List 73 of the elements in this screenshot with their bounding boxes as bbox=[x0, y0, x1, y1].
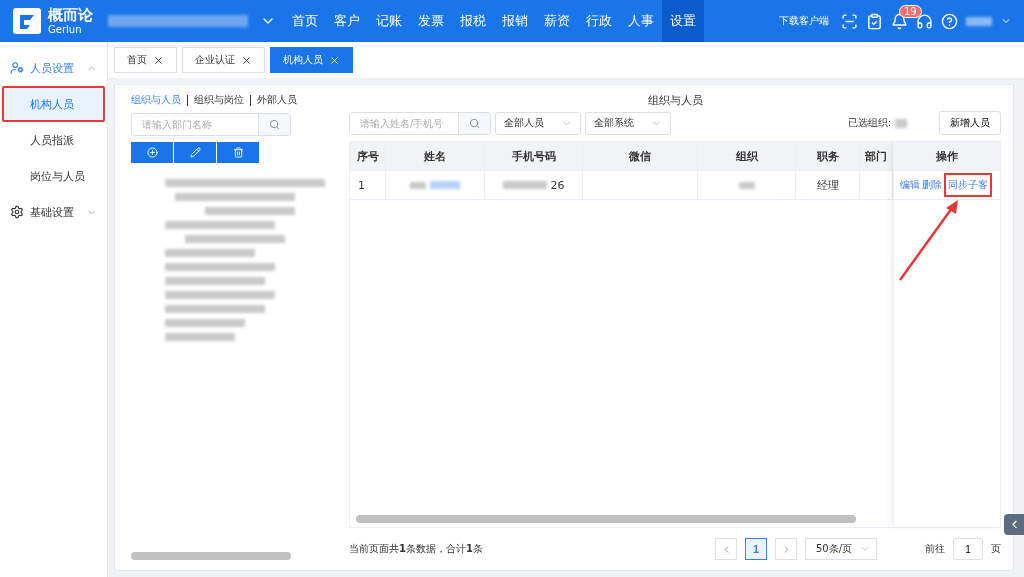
close-icon[interactable] bbox=[153, 54, 164, 66]
add-button[interactable] bbox=[131, 142, 173, 163]
sidebar-item[interactable]: 岗位与人员 bbox=[2, 158, 105, 194]
column-header: 组织 bbox=[698, 142, 796, 170]
page-size-select[interactable]: 50条/页 bbox=[805, 538, 877, 560]
nav-item[interactable]: 发票 bbox=[410, 0, 452, 42]
page-tab[interactable]: 首页 bbox=[114, 47, 177, 73]
settings-icon bbox=[10, 205, 24, 219]
action-link[interactable]: 编辑 bbox=[900, 178, 920, 192]
nav-item[interactable]: 报税 bbox=[452, 0, 494, 42]
nav-item[interactable]: 记账 bbox=[368, 0, 410, 42]
column-header: 姓名 bbox=[386, 142, 485, 170]
brand-name: 概而论 bbox=[48, 7, 93, 23]
page-tab[interactable]: 企业认证 bbox=[182, 47, 265, 73]
panel-title: 组织与人员 bbox=[646, 93, 704, 107]
sidebar-group[interactable]: 人员设置 bbox=[0, 50, 107, 86]
close-icon[interactable] bbox=[241, 54, 252, 66]
chevron-down-icon bbox=[860, 544, 870, 554]
name-phone-search-field[interactable]: 请输入姓名/手机号 bbox=[349, 111, 491, 135]
redacted-org-name bbox=[895, 118, 907, 128]
filter-select[interactable]: 全部系统 bbox=[585, 111, 671, 135]
help-icon[interactable] bbox=[941, 12, 958, 30]
goto-page-field[interactable]: 1 bbox=[953, 538, 983, 560]
view-link[interactable]: 组织与人员 bbox=[131, 93, 181, 107]
filter-select[interactable]: 全部人员 bbox=[495, 111, 581, 135]
view-link[interactable]: 组织与岗位 bbox=[194, 93, 244, 107]
column-header: 序号 bbox=[350, 142, 386, 170]
clipboard-icon[interactable] bbox=[866, 12, 883, 30]
page-unit-label: 页 bbox=[991, 542, 1001, 556]
page-number[interactable]: 1 bbox=[745, 538, 767, 560]
search-icon bbox=[269, 119, 280, 130]
sidebar-item[interactable]: 机构人员 bbox=[2, 86, 105, 122]
trash-icon bbox=[232, 147, 244, 158]
download-client-link[interactable]: 下载客户端 bbox=[779, 14, 829, 28]
pencil-icon bbox=[189, 147, 201, 158]
plus-circle-icon bbox=[146, 147, 158, 158]
scan-icon[interactable] bbox=[841, 12, 858, 30]
logo-icon bbox=[12, 7, 42, 35]
column-header: 职务 bbox=[796, 142, 860, 170]
add-person-button[interactable]: 新增人员 bbox=[939, 111, 1001, 135]
table-cell: 26 bbox=[485, 171, 583, 199]
pagination-summary: 当前页面共1条数据，合计1条 bbox=[349, 542, 483, 556]
goto-label: 前往 bbox=[925, 542, 945, 556]
nav-item[interactable]: 薪资 bbox=[536, 0, 578, 42]
collapse-button[interactable] bbox=[1004, 514, 1024, 535]
nav-item[interactable]: 人事 bbox=[620, 0, 662, 42]
nav-item[interactable]: 首页 bbox=[284, 0, 326, 42]
brand-subtitle: Gerlun bbox=[48, 24, 83, 35]
view-link[interactable]: 外部人员 bbox=[257, 93, 297, 107]
department-search-field[interactable]: 请输入部门名称 bbox=[131, 113, 291, 136]
column-header: 微信 bbox=[583, 142, 698, 170]
delete-button[interactable] bbox=[217, 142, 259, 163]
headset-icon[interactable] bbox=[916, 12, 933, 30]
action-link[interactable]: 删除 bbox=[922, 178, 942, 192]
redacted-username bbox=[966, 16, 992, 26]
redacted-tree-node bbox=[165, 333, 235, 341]
nav-item[interactable]: 设置 bbox=[662, 0, 704, 42]
notification-badge: 19 bbox=[899, 4, 922, 18]
sidebar-group[interactable]: 基础设置 bbox=[0, 194, 107, 230]
user-gear-icon bbox=[10, 61, 24, 75]
nav-item[interactable]: 客户 bbox=[326, 0, 368, 42]
action-link[interactable]: 同步子客 bbox=[944, 173, 992, 197]
search-icon bbox=[469, 117, 480, 129]
page-tab[interactable]: 机构人员 bbox=[270, 47, 353, 73]
nav-item[interactable]: 行政 bbox=[578, 0, 620, 42]
nav-item[interactable]: 报销 bbox=[494, 0, 536, 42]
edit-button[interactable] bbox=[174, 142, 216, 163]
table-cell: 1 bbox=[350, 171, 386, 199]
sidebar-item[interactable]: 人员指派 bbox=[2, 122, 105, 158]
selected-org-label: 已选组织: bbox=[847, 116, 891, 130]
column-header: 手机号码 bbox=[485, 142, 583, 170]
table-cell: 经理 bbox=[796, 171, 860, 199]
column-header: 操作 bbox=[936, 148, 958, 164]
